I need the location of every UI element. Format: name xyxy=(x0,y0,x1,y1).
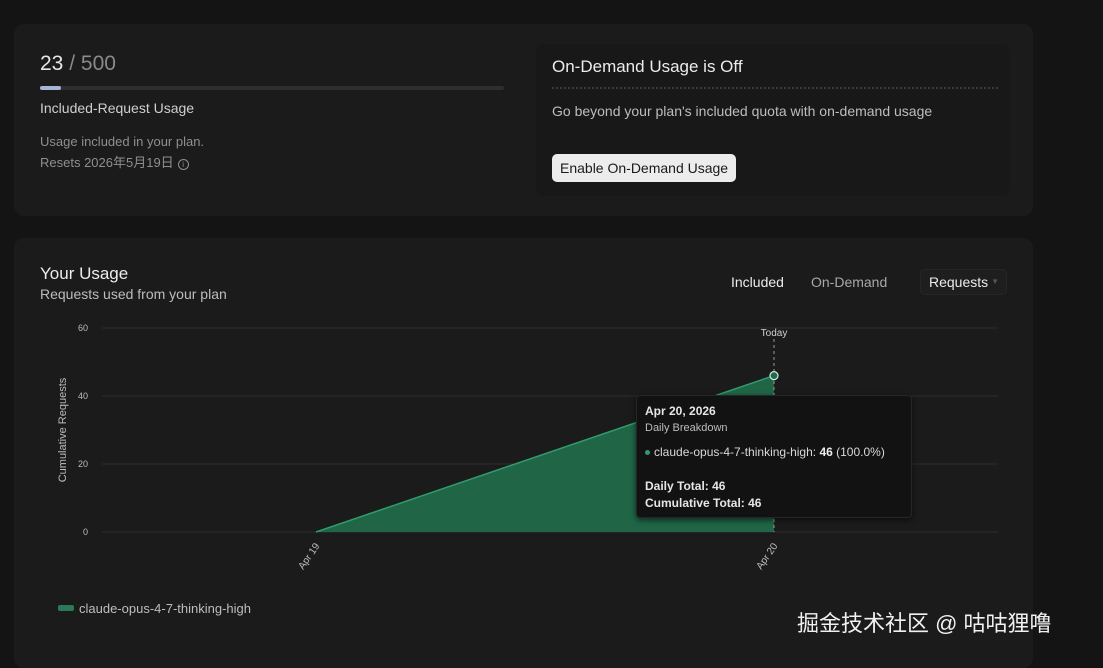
usage-reset-text: Resets 2026年5月19日 xyxy=(40,155,174,170)
usage-progress-bar xyxy=(40,86,504,90)
series-dot-icon xyxy=(645,450,650,455)
usage-separator: / xyxy=(69,52,76,75)
usage-summary-panel: 23 / 500 Included-Request Usage Usage in… xyxy=(14,24,1033,216)
usage-count: 23 / 500 xyxy=(40,52,116,76)
on-demand-title: On-Demand Usage is Off xyxy=(552,57,743,76)
y-tick-label: 40 xyxy=(78,391,88,401)
your-usage-panel: Your Usage Requests used from your plan … xyxy=(14,238,1033,668)
usage-progress-fill xyxy=(40,86,62,90)
tooltip-model: claude-opus-4-7-thinking-high: xyxy=(654,445,817,459)
tooltip-model-value: 46 xyxy=(819,445,833,459)
y-tick-label: 20 xyxy=(78,459,88,469)
info-icon[interactable]: i xyxy=(177,159,189,170)
usage-label: Included-Request Usage xyxy=(40,100,195,116)
legend-swatch xyxy=(58,605,74,611)
data-point xyxy=(769,371,779,381)
usage-reset-line: Resets 2026年5月19日 i xyxy=(40,152,189,171)
usage-note: Usage included in your plan. xyxy=(40,134,205,149)
tooltip-date: Apr 20, 2026 xyxy=(645,404,716,418)
tooltip-model-pct: (100.0%) xyxy=(836,445,885,459)
tooltip-model-row: claude-opus-4-7-thinking-high: 46 (100.0… xyxy=(645,445,885,459)
x-tick-label: Apr 19 xyxy=(297,541,323,572)
x-tick-label: Apr 20 xyxy=(755,541,781,572)
divider xyxy=(552,87,998,89)
legend-label: claude-opus-4-7-thinking-high xyxy=(79,601,251,616)
watermark: 掘金技术社区 @ 咕咕狸噜 xyxy=(797,611,1052,636)
usage-limit: 500 xyxy=(80,52,116,75)
on-demand-description: Go beyond your plan's included quota wit… xyxy=(552,103,933,119)
chart-tooltip: Apr 20, 2026 Daily Breakdown claude-opus… xyxy=(636,395,912,518)
tooltip-daily-total: Daily Total: 46 xyxy=(645,479,726,493)
tooltip-cumulative-total: Cumulative Total: 46 xyxy=(645,496,762,510)
chart-legend[interactable]: claude-opus-4-7-thinking-high xyxy=(58,601,251,616)
y-tick-label: 60 xyxy=(78,323,88,333)
on-demand-card: On-Demand Usage is Off Go beyond your pl… xyxy=(536,44,1010,196)
y-tick-label: 0 xyxy=(83,527,88,537)
usage-used: 23 xyxy=(40,52,64,75)
tooltip-subtitle: Daily Breakdown xyxy=(645,422,728,434)
y-axis-label: Cumulative Requests xyxy=(57,377,69,482)
today-label: Today xyxy=(761,328,788,339)
enable-on-demand-button[interactable]: Enable On-Demand Usage xyxy=(552,154,737,182)
